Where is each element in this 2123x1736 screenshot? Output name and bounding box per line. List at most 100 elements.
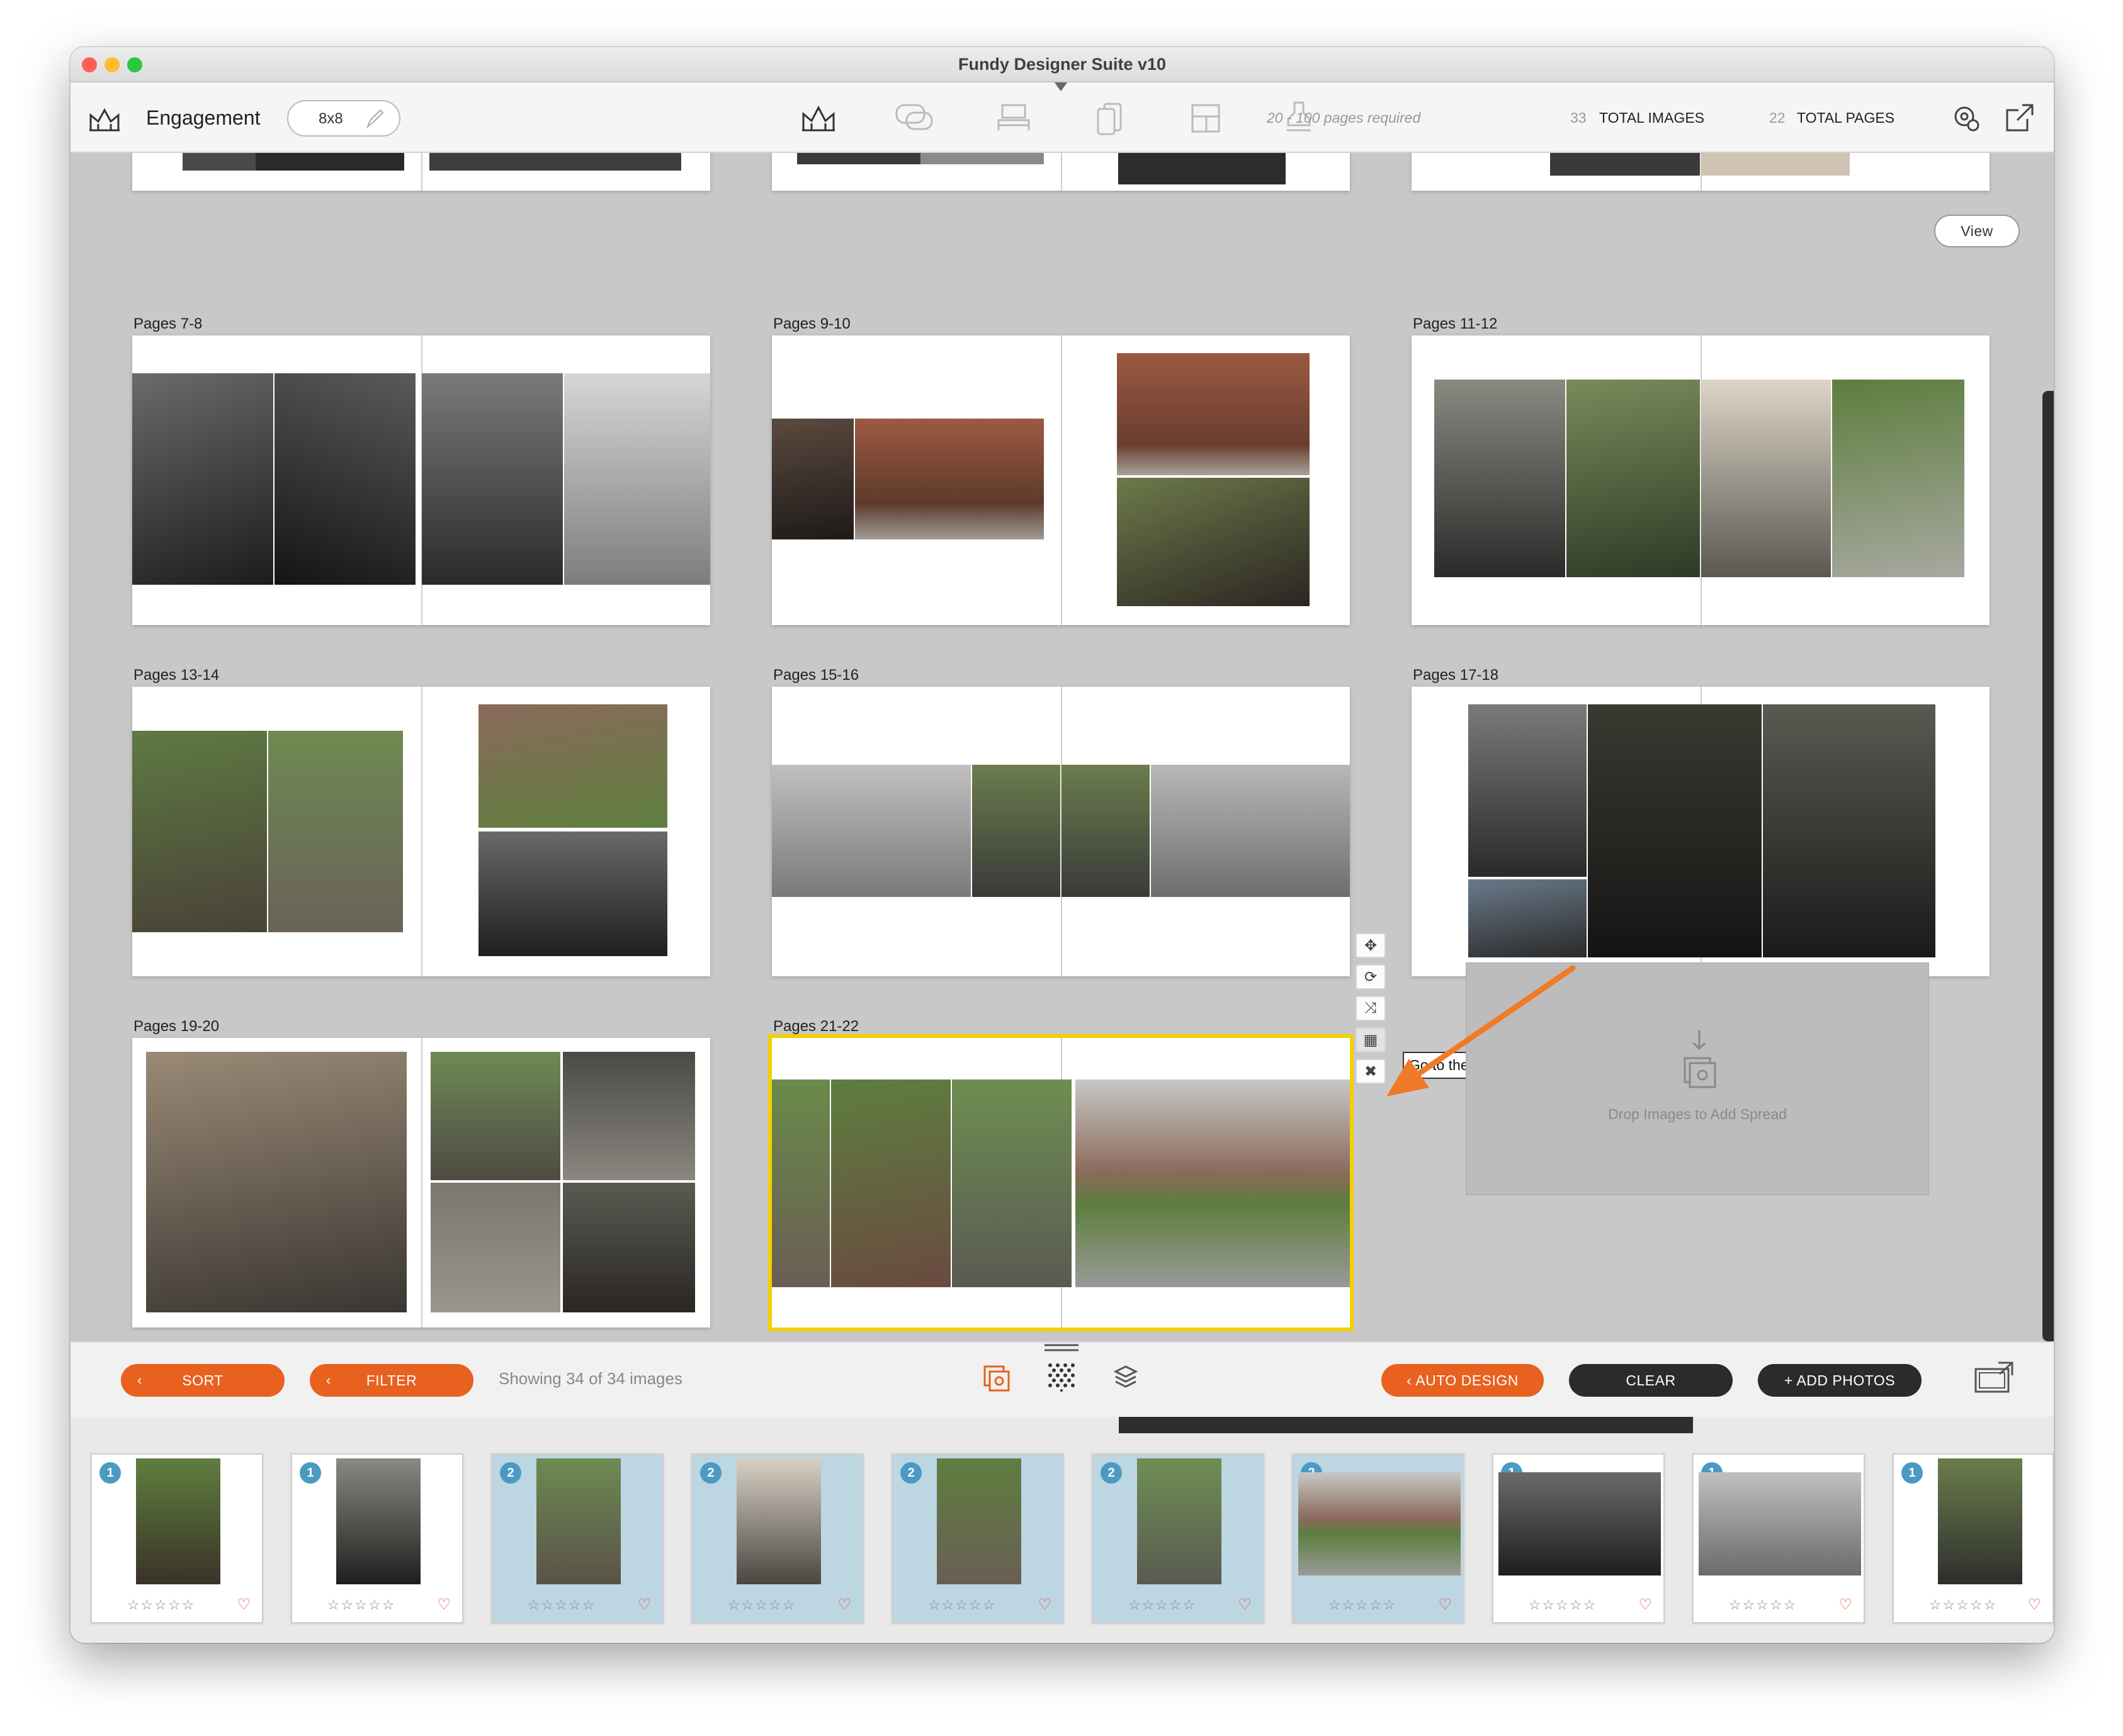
total-images-count: 33: [1570, 110, 1587, 126]
window-title: Fundy Designer Suite v10: [958, 55, 1167, 74]
heart-icon[interactable]: ♡: [637, 1596, 651, 1614]
heart-icon[interactable]: ♡: [2027, 1596, 2041, 1614]
add-photos-label: + ADD PHOTOS: [1784, 1372, 1896, 1389]
filter-label: FILTER: [366, 1372, 417, 1389]
star-rating[interactable]: ☆☆☆☆☆: [1894, 1597, 2032, 1613]
star-rating[interactable]: ☆☆☆☆☆: [1093, 1597, 1231, 1613]
active-tab-caret: [1055, 82, 1067, 91]
filmstrip-thumb-5[interactable]: 2 ☆☆☆☆☆ ♡: [892, 1453, 1064, 1623]
star-rating[interactable]: ☆☆☆☆☆: [1493, 1597, 1632, 1613]
speech-bubble-icon[interactable]: [894, 103, 934, 134]
phone-icon[interactable]: [1095, 101, 1123, 137]
total-pages-label: TOTAL PAGES: [1797, 110, 1895, 126]
expand-window-icon[interactable]: [1973, 1360, 2015, 1395]
heart-icon[interactable]: ♡: [1638, 1596, 1652, 1614]
filmstrip-thumb-3[interactable]: 2 ☆☆☆☆☆ ♡: [491, 1453, 664, 1623]
spread-pages-13-14[interactable]: [132, 687, 710, 976]
spread-label: Pages 21-22: [773, 1018, 859, 1035]
delete-spread-button[interactable]: ✖: [1356, 1059, 1386, 1084]
layout-icon[interactable]: [1190, 103, 1221, 134]
spread-side-tools: ✥ ⟳ ⤨ ▦ ✖: [1356, 933, 1390, 1090]
star-rating[interactable]: ☆☆☆☆☆: [893, 1597, 1031, 1613]
chevron-left-icon: ‹: [137, 1372, 142, 1388]
heart-icon[interactable]: ♡: [837, 1596, 851, 1614]
total-images-label: TOTAL IMAGES: [1599, 110, 1704, 126]
add-photos-button[interactable]: + ADD PHOTOS: [1758, 1364, 1922, 1397]
spread-partial-2[interactable]: [772, 153, 1350, 191]
star-rating[interactable]: ☆☆☆☆☆: [1694, 1597, 1832, 1613]
quick-design-picker-button[interactable]: ▦: [1356, 1027, 1386, 1052]
spread-canvas: View Pages 7-8 Pages 9-10 Pages 11-12 Pa…: [71, 153, 2054, 1341]
spread-label: Pages 9-10: [773, 315, 851, 332]
spread-pages-21-22-selected[interactable]: [768, 1034, 1354, 1331]
add-spread-dropzone[interactable]: Drop Images to Add Spread: [1466, 962, 1929, 1195]
pages-required-text: 20 - 100 pages required: [1267, 110, 1421, 126]
heart-icon[interactable]: ♡: [237, 1596, 251, 1614]
filmstrip-thumb-7[interactable]: 2 ☆☆☆☆☆ ♡: [1292, 1453, 1464, 1623]
view-button[interactable]: View: [1934, 215, 2020, 247]
spread-pages-7-8[interactable]: [132, 335, 710, 625]
heart-icon[interactable]: ♡: [1438, 1596, 1452, 1614]
grid-dots-icon[interactable]: [1046, 1361, 1077, 1392]
export-icon[interactable]: [2005, 103, 2035, 133]
album-design-icon[interactable]: [800, 103, 837, 134]
pencil-icon[interactable]: [364, 108, 385, 129]
filmstrip-thumb-6[interactable]: 2 ☆☆☆☆☆ ♡: [1092, 1453, 1264, 1623]
showing-count-text: Showing 34 of 34 images: [499, 1369, 682, 1388]
filmstrip-thumb-4[interactable]: 2 ☆☆☆☆☆ ♡: [691, 1453, 864, 1623]
spread-pages-9-10[interactable]: [772, 335, 1350, 625]
bottom-toolbar: ‹ SORT ‹ FILTER Showing 34 of 34 images …: [71, 1341, 2054, 1417]
star-rating[interactable]: ☆☆☆☆☆: [292, 1597, 431, 1613]
drag-handle-icon[interactable]: [1043, 1343, 1080, 1353]
star-rating[interactable]: ☆☆☆☆☆: [693, 1597, 831, 1613]
filmstrip-thumb-8[interactable]: 1 ☆☆☆☆☆ ♡: [1492, 1453, 1665, 1623]
usage-count-badge: 1: [1901, 1462, 1923, 1484]
spread-partial-1[interactable]: [132, 153, 710, 191]
heart-icon[interactable]: ♡: [1038, 1596, 1051, 1614]
spread-pages-19-20[interactable]: [132, 1038, 710, 1327]
drop-images-icon: [1680, 1029, 1719, 1092]
sort-label: SORT: [182, 1372, 224, 1389]
heart-icon[interactable]: ♡: [1238, 1596, 1252, 1614]
app-window: Fundy Designer Suite v10 Engagement 8x8: [71, 47, 2054, 1643]
auto-design-button[interactable]: ‹ AUTO DESIGN: [1381, 1364, 1544, 1397]
shuffle-icon[interactable]: ⤨: [1356, 996, 1386, 1021]
usage-count-badge: 1: [99, 1462, 121, 1484]
filmstrip-thumb-9[interactable]: 1 ☆☆☆☆☆ ♡: [1692, 1453, 1865, 1623]
filmstrip-thumb-10[interactable]: 1 ☆☆☆☆☆ ♡: [1893, 1453, 2054, 1623]
heart-icon[interactable]: ♡: [1838, 1596, 1852, 1614]
clear-button[interactable]: CLEAR: [1569, 1364, 1733, 1397]
spread-label: Pages 7-8: [133, 315, 203, 332]
filmstrip-thumb-1[interactable]: 1 ☆☆☆☆☆ ♡: [91, 1453, 263, 1623]
bed-icon[interactable]: [996, 101, 1031, 135]
filmstrip-thumb-2[interactable]: 1 ☆☆☆☆☆ ♡: [291, 1453, 463, 1623]
album-icon[interactable]: [87, 105, 122, 134]
album-size-value: 8x8: [319, 110, 343, 127]
auto-design-label: AUTO DESIGN: [1415, 1372, 1519, 1389]
usage-count-badge: 2: [1101, 1462, 1122, 1484]
canvas-scrollbar[interactable]: [2042, 391, 2054, 1341]
filmstrip-scrollbar[interactable]: [1119, 1417, 1693, 1433]
spread-pages-17-18[interactable]: [1412, 687, 1990, 976]
layers-icon[interactable]: [1113, 1364, 1138, 1389]
filter-button[interactable]: ‹ FILTER: [310, 1364, 473, 1397]
usage-count-badge: 1: [300, 1462, 321, 1484]
heart-icon[interactable]: ♡: [437, 1596, 451, 1614]
sort-button[interactable]: ‹ SORT: [121, 1364, 285, 1397]
spread-pages-11-12[interactable]: [1412, 335, 1990, 625]
total-pages-count: 22: [1769, 110, 1786, 126]
spread-pages-15-16[interactable]: [772, 687, 1350, 976]
chevron-left-icon: ‹: [1407, 1372, 1412, 1389]
project-name[interactable]: Engagement: [146, 106, 260, 130]
settings-icon[interactable]: [1952, 104, 1981, 133]
swap-icon[interactable]: ⟳: [1356, 964, 1386, 989]
clear-label: CLEAR: [1626, 1372, 1676, 1389]
album-size-pill[interactable]: 8x8: [287, 100, 400, 137]
spread-label: Pages 19-20: [133, 1018, 220, 1035]
star-rating[interactable]: ☆☆☆☆☆: [92, 1597, 230, 1613]
move-tool-button[interactable]: ✥: [1356, 933, 1386, 958]
star-rating[interactable]: ☆☆☆☆☆: [1293, 1597, 1432, 1613]
image-stack-icon[interactable]: [982, 1364, 1011, 1393]
spread-partial-3[interactable]: [1412, 153, 1990, 191]
star-rating[interactable]: ☆☆☆☆☆: [492, 1597, 631, 1613]
